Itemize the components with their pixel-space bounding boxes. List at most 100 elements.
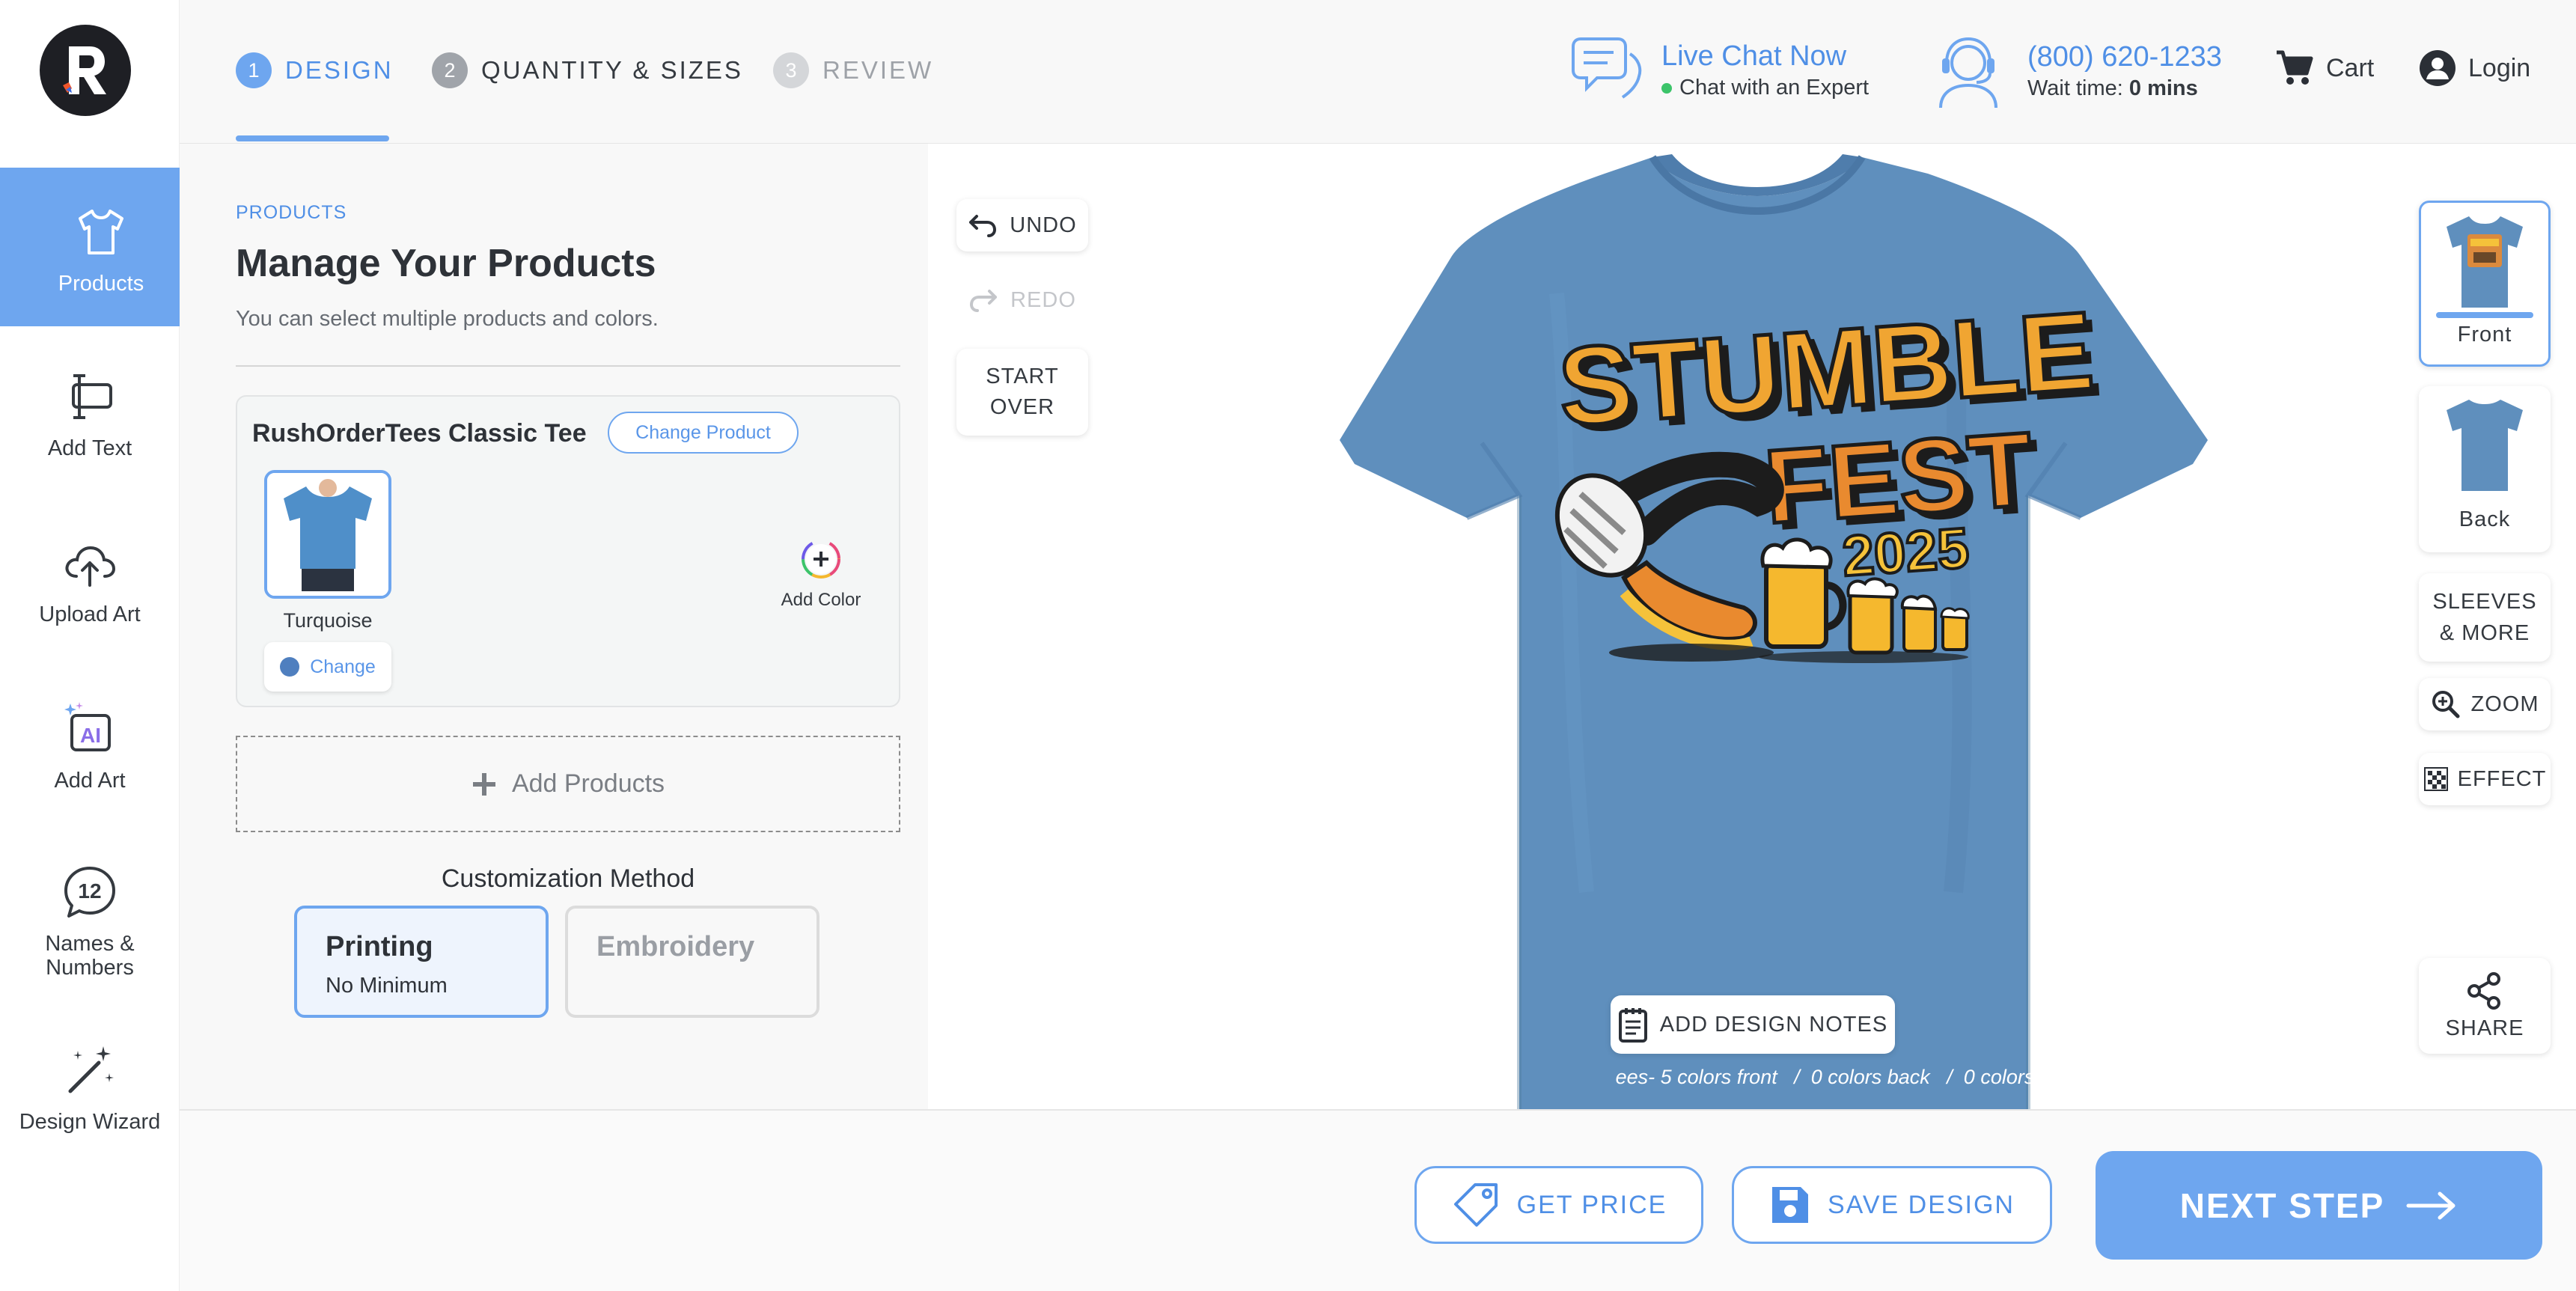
notepad-icon bbox=[1618, 1008, 1647, 1043]
rail-item-label: Design Wizard bbox=[19, 1110, 161, 1134]
chat-icon bbox=[1572, 37, 1642, 99]
live-chat-subtitle: Chat with an Expert bbox=[1661, 76, 1869, 100]
price-tag-icon bbox=[1453, 1183, 1498, 1227]
cart-link[interactable]: Cart bbox=[2275, 49, 2374, 87]
undo-button[interactable]: UNDO bbox=[956, 199, 1088, 251]
rail-item-label: Add Art bbox=[54, 769, 126, 793]
tshirt-icon bbox=[79, 210, 123, 254]
step-quantity-sizes[interactable]: 2 QUANTITY & SIZES bbox=[432, 52, 743, 88]
user-icon bbox=[2420, 50, 2456, 86]
view-label: Front bbox=[2457, 323, 2512, 347]
get-price-button[interactable]: GET PRICE bbox=[1414, 1166, 1703, 1244]
number-badge-icon: 12 bbox=[64, 867, 115, 918]
wait-time-value: 0 mins bbox=[2128, 76, 2198, 100]
selected-view-indicator bbox=[2436, 312, 2533, 318]
breadcrumb: PRODUCTS bbox=[236, 202, 347, 223]
next-step-label: NEXT STEP bbox=[2179, 1185, 2385, 1225]
sleeves-more-button[interactable]: SLEEVES & MORE bbox=[2419, 573, 2551, 662]
add-products-label: Add Products bbox=[511, 769, 665, 798]
headset-agent-icon bbox=[1939, 37, 1997, 109]
chat-subtitle-text: Chat with an Expert bbox=[1679, 76, 1870, 100]
rail-item-label: Products bbox=[58, 272, 144, 296]
view-back-thumb[interactable]: Back bbox=[2419, 386, 2551, 552]
wait-time-label: Wait time: bbox=[2027, 76, 2123, 100]
brand-logo[interactable] bbox=[40, 25, 131, 116]
shirt-thumbnail bbox=[267, 473, 388, 596]
cart-icon bbox=[2277, 50, 2313, 85]
rail-item-products[interactable]: Products bbox=[0, 168, 202, 326]
rail-item-label: Upload Art bbox=[39, 602, 141, 626]
front-view-thumbnail bbox=[2447, 216, 2523, 308]
step-number: 1 bbox=[236, 52, 272, 88]
start-over-button[interactable]: START OVER bbox=[956, 349, 1088, 436]
add-color-label: Add Color bbox=[781, 590, 861, 610]
save-design-button[interactable]: SAVE DESIGN bbox=[1732, 1166, 2052, 1244]
cart-label: Cart bbox=[2326, 53, 2375, 82]
save-design-label: SAVE DESIGN bbox=[1828, 1190, 2015, 1219]
save-disk-icon bbox=[1772, 1187, 1808, 1223]
step-label: QUANTITY & SIZES bbox=[481, 56, 743, 84]
product-name: RushOrderTees Classic Tee bbox=[252, 419, 587, 448]
color-count-caption: ees- 5 colors front / 0 colors back / 0 … bbox=[1615, 1066, 2055, 1088]
rail-item-add-art[interactable]: AI Add Art bbox=[0, 699, 180, 793]
rail-item-label: Names & Numbers bbox=[45, 932, 135, 980]
rail-item-add-text[interactable]: Add Text bbox=[0, 367, 180, 461]
step-number: 3 bbox=[773, 52, 809, 88]
method-printing-option[interactable]: Printing No Minimum bbox=[294, 906, 549, 1018]
svg-text:AI: AI bbox=[80, 724, 101, 747]
method-subtitle: No Minimum bbox=[326, 974, 448, 998]
add-color-button[interactable]: Add Color bbox=[754, 539, 888, 611]
svg-text:2025: 2025 bbox=[1840, 516, 1971, 589]
change-color-label: Change bbox=[310, 656, 376, 677]
change-color-button[interactable]: Change bbox=[264, 642, 391, 692]
view-front-thumb[interactable]: Front bbox=[2419, 201, 2551, 367]
customization-method-label: Customization Method bbox=[441, 864, 695, 893]
effect-icon bbox=[2423, 767, 2448, 791]
effect-button[interactable]: EFFECT bbox=[2419, 753, 2551, 805]
back-view-thumbnail bbox=[2447, 400, 2523, 491]
panel-subtitle: You can select multiple products and col… bbox=[236, 307, 659, 331]
share-label: SHARE bbox=[2445, 1016, 2524, 1040]
online-status-dot bbox=[1661, 82, 1672, 94]
effect-label: EFFECT bbox=[2457, 766, 2547, 791]
ai-sparkle-icon: AI bbox=[64, 702, 111, 751]
step-review[interactable]: 3 REVIEW bbox=[773, 52, 933, 88]
share-button[interactable]: SHARE bbox=[2419, 958, 2551, 1054]
redo-icon bbox=[970, 290, 998, 312]
method-embroidery-option[interactable]: Embroidery bbox=[565, 906, 820, 1018]
rail-item-names-numbers[interactable]: 12 Names & Numbers bbox=[0, 862, 180, 980]
redo-label: REDO bbox=[1010, 287, 1076, 312]
zoom-icon bbox=[2432, 691, 2459, 718]
color-dot bbox=[280, 657, 300, 677]
design-canvas[interactable]: STUMBLE STUMBLE FEST FEST 2025 ees- 5 co… bbox=[928, 144, 2576, 1109]
color-swatch-turquoise[interactable] bbox=[264, 470, 391, 599]
color-name: Turquoise bbox=[283, 609, 373, 632]
zoom-label: ZOOM bbox=[2470, 692, 2539, 716]
cloud-upload-icon bbox=[65, 546, 116, 587]
color-wheel-plus-icon bbox=[802, 540, 840, 579]
rail-item-design-wizard[interactable]: Design Wizard bbox=[0, 1040, 180, 1135]
change-product-button[interactable]: Change Product bbox=[608, 412, 799, 454]
share-icon bbox=[2467, 971, 2500, 1010]
step-number: 2 bbox=[432, 52, 468, 88]
add-design-notes-button[interactable]: ADD DESIGN NOTES bbox=[1611, 995, 1895, 1054]
method-title: Printing bbox=[326, 931, 433, 962]
view-label: Back bbox=[2459, 507, 2511, 531]
redo-button[interactable]: REDO bbox=[956, 274, 1088, 326]
step-design[interactable]: 1 DESIGN bbox=[236, 52, 394, 88]
rail-item-upload-art[interactable]: Upload Art bbox=[0, 533, 180, 627]
next-step-button[interactable]: NEXT STEP bbox=[2096, 1151, 2542, 1260]
text-cursor-icon bbox=[72, 374, 112, 419]
get-price-label: GET PRICE bbox=[1516, 1190, 1667, 1219]
undo-label: UNDO bbox=[1010, 213, 1077, 237]
login-link[interactable]: Login bbox=[2419, 49, 2530, 87]
undo-icon bbox=[969, 215, 997, 237]
phone-number: (800) 620-1233 bbox=[2027, 41, 2222, 73]
zoom-button[interactable]: ZOOM bbox=[2419, 678, 2551, 730]
phone-link[interactable]: (800) 620-1233 Wait time: 0 mins bbox=[1927, 30, 2222, 112]
wait-time: Wait time: 0 mins bbox=[2027, 76, 2222, 101]
divider bbox=[236, 365, 900, 367]
add-products-button[interactable]: Add Products bbox=[236, 736, 900, 832]
left-rail: Products Add Text Upload Art AI Add Art … bbox=[0, 0, 202, 1291]
live-chat-link[interactable]: Live Chat Now Chat with an Expert bbox=[1572, 31, 1869, 109]
